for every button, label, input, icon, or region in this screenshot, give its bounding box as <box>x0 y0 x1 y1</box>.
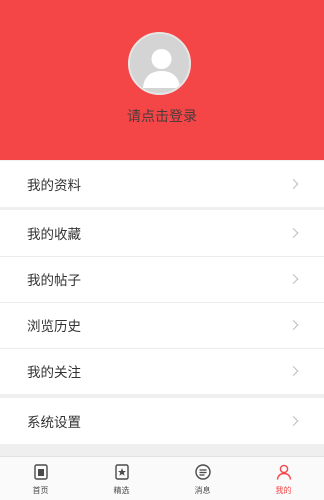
tab-featured[interactable]: 精选 <box>81 457 162 500</box>
tab-profile[interactable]: 我的 <box>243 457 324 500</box>
menu-item-my-posts[interactable]: 我的帖子 <box>0 256 324 302</box>
chevron-right-icon <box>288 228 299 238</box>
message-icon <box>194 464 211 480</box>
chevron-right-icon <box>288 179 299 189</box>
default-user-icon <box>130 34 189 93</box>
menu-item-my-follows[interactable]: 我的关注 <box>0 348 324 394</box>
chevron-right-icon <box>288 366 299 376</box>
menu-item-browse-history[interactable]: 浏览历史 <box>0 302 324 348</box>
menu-item-system-settings[interactable]: 系统设置 <box>0 398 324 444</box>
menu-item-my-favorites[interactable]: 我的收藏 <box>0 210 324 256</box>
profile-screen: 请点击登录 我的资料 我的收藏 我的帖子 浏览历史 我的关注 系统设置 首页 精… <box>0 0 324 500</box>
menu-item-label: 我的收藏 <box>27 227 81 243</box>
menu-item-label: 我的关注 <box>27 365 81 381</box>
chevron-right-icon <box>288 274 299 284</box>
tab-home[interactable]: 首页 <box>0 457 81 500</box>
menu-item-my-profile[interactable]: 我的资料 <box>0 161 324 207</box>
tab-label: 消息 <box>194 486 211 495</box>
menu-item-label: 我的帖子 <box>27 273 81 289</box>
tab-label: 我的 <box>275 486 292 495</box>
tab-label: 精选 <box>113 486 130 495</box>
menu-group-activity: 我的收藏 我的帖子 浏览历史 我的关注 <box>0 210 324 394</box>
avatar[interactable] <box>128 32 191 95</box>
profile-icon <box>276 464 291 480</box>
featured-icon <box>114 464 129 480</box>
profile-header: 请点击登录 <box>0 0 324 160</box>
menu-item-label: 系统设置 <box>27 415 81 431</box>
tab-messages[interactable]: 消息 <box>162 457 243 500</box>
menu-item-label: 我的资料 <box>27 178 81 194</box>
menu-item-label: 浏览历史 <box>27 319 81 335</box>
menu-group-settings: 系统设置 <box>0 398 324 444</box>
home-icon <box>33 464 48 480</box>
chevron-right-icon <box>288 416 299 426</box>
tab-label: 首页 <box>32 486 49 495</box>
login-prompt[interactable]: 请点击登录 <box>0 106 324 126</box>
bottom-tab-bar: 首页 精选 消息 我的 <box>0 456 324 500</box>
chevron-right-icon <box>288 320 299 330</box>
menu-group-profile: 我的资料 <box>0 161 324 207</box>
